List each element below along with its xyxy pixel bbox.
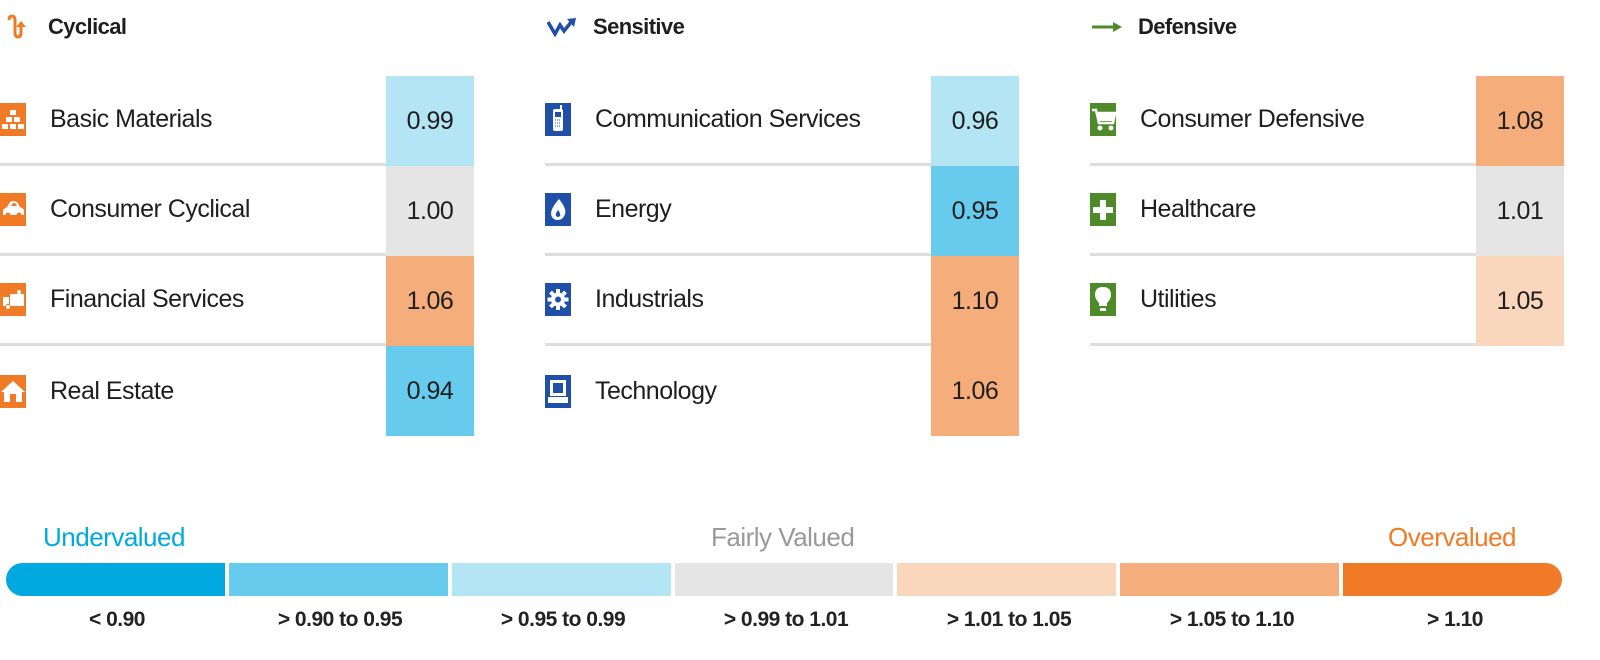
sector-value: 0.94 bbox=[386, 346, 474, 436]
sector-row: Technology 1.06 bbox=[545, 346, 1019, 436]
sector-row: Basic Materials 0.99 bbox=[0, 76, 474, 166]
group-title: Defensive bbox=[1138, 14, 1237, 39]
sector-value: 0.99 bbox=[386, 76, 474, 166]
undervalued-label: Undervalued bbox=[43, 522, 185, 552]
sector-name: Communication Services bbox=[595, 105, 861, 133]
lightbulb-icon bbox=[1090, 283, 1116, 316]
group-header: Sensitive bbox=[545, 12, 685, 42]
sector-name: Utilities bbox=[1140, 285, 1217, 313]
sector-name: Financial Services bbox=[50, 285, 244, 313]
sector-row: Real Estate 0.94 bbox=[0, 346, 474, 436]
sector-name: Real Estate bbox=[50, 376, 174, 405]
group-header: Defensive bbox=[1090, 12, 1237, 42]
scale-segment bbox=[1343, 563, 1562, 596]
sector-row: Energy 0.95 bbox=[545, 166, 1019, 256]
sector-value: 0.96 bbox=[931, 76, 1019, 166]
scale-range-label: > 1.10 bbox=[1427, 608, 1483, 631]
sector-value: 0.95 bbox=[931, 166, 1019, 256]
sector-value: 1.10 bbox=[931, 256, 1019, 346]
scale-segment bbox=[897, 563, 1117, 596]
sector-name: Energy bbox=[595, 195, 672, 223]
cart-icon bbox=[1090, 103, 1116, 136]
scale-segment bbox=[228, 563, 448, 596]
house-icon bbox=[0, 374, 26, 408]
scale-segment bbox=[1120, 563, 1340, 596]
defensive-arrow-icon bbox=[1090, 14, 1124, 40]
scale-range-label: > 0.95 to 0.99 bbox=[500, 608, 626, 631]
sector-name: Consumer Cyclical bbox=[50, 195, 250, 223]
sector-value: 1.06 bbox=[386, 256, 474, 346]
sector-row: Industrials 1.10 bbox=[545, 256, 1019, 346]
sector-row: Consumer Cyclical 1.00 bbox=[0, 166, 474, 256]
cross-icon bbox=[1090, 193, 1116, 226]
sector-group-sensitive: Sensitive Communication Services 0.96 En… bbox=[545, 0, 1111, 440]
sector-name: Technology bbox=[595, 376, 717, 405]
sector-row: Healthcare 1.01 bbox=[1090, 166, 1564, 256]
scale-segment bbox=[451, 563, 671, 596]
sector-name: Consumer Defensive bbox=[1140, 105, 1365, 133]
car-icon bbox=[0, 193, 26, 226]
valuation-scale-bar bbox=[6, 563, 1562, 596]
scale-range-label: > 1.01 to 1.05 bbox=[946, 608, 1072, 631]
flame-icon bbox=[545, 193, 571, 226]
phone-icon bbox=[545, 103, 571, 136]
sector-value: 1.08 bbox=[1476, 76, 1564, 166]
bank-truck-icon bbox=[0, 283, 26, 316]
sensitive-zigzag-icon bbox=[545, 14, 579, 40]
sector-group-defensive: Defensive Consumer Defensive 1.08 Health… bbox=[1090, 0, 1600, 440]
sector-value: 1.00 bbox=[386, 166, 474, 256]
scale-segment bbox=[6, 563, 225, 596]
sector-value: 1.01 bbox=[1476, 166, 1564, 256]
scale-range-label: < 0.90 bbox=[89, 608, 145, 631]
sector-row: Financial Services 1.06 bbox=[0, 256, 474, 346]
scale-segment bbox=[674, 563, 894, 596]
gear-icon bbox=[545, 283, 571, 316]
scale-range-label: > 1.05 to 1.10 bbox=[1169, 608, 1295, 631]
overvalued-label: Overvalued bbox=[1388, 522, 1516, 552]
sector-group-cyclical: Cyclical Basic Materials 0.99 Consumer C… bbox=[0, 0, 566, 440]
sector-name: Healthcare bbox=[1140, 195, 1256, 223]
sector-name: Basic Materials bbox=[50, 105, 213, 133]
group-title: Cyclical bbox=[48, 14, 127, 39]
sector-value: 1.06 bbox=[931, 346, 1019, 436]
gold-bars-icon bbox=[0, 103, 26, 136]
sector-row: Consumer Defensive 1.08 bbox=[1090, 76, 1564, 166]
group-header: Cyclical bbox=[0, 12, 127, 42]
fairly-valued-label: Fairly Valued bbox=[711, 522, 855, 552]
scale-range-label: > 0.90 to 0.95 bbox=[277, 608, 403, 631]
scale-range-label: > 0.99 to 1.01 bbox=[723, 608, 849, 631]
sector-value: 1.05 bbox=[1476, 256, 1564, 346]
group-title: Sensitive bbox=[593, 14, 685, 39]
sector-row: Utilities 1.05 bbox=[1090, 256, 1564, 346]
sector-name: Industrials bbox=[595, 285, 704, 313]
sector-row: Communication Services 0.96 bbox=[545, 76, 1019, 166]
computer-icon bbox=[545, 374, 571, 408]
cyclical-arrow-icon bbox=[0, 14, 34, 40]
